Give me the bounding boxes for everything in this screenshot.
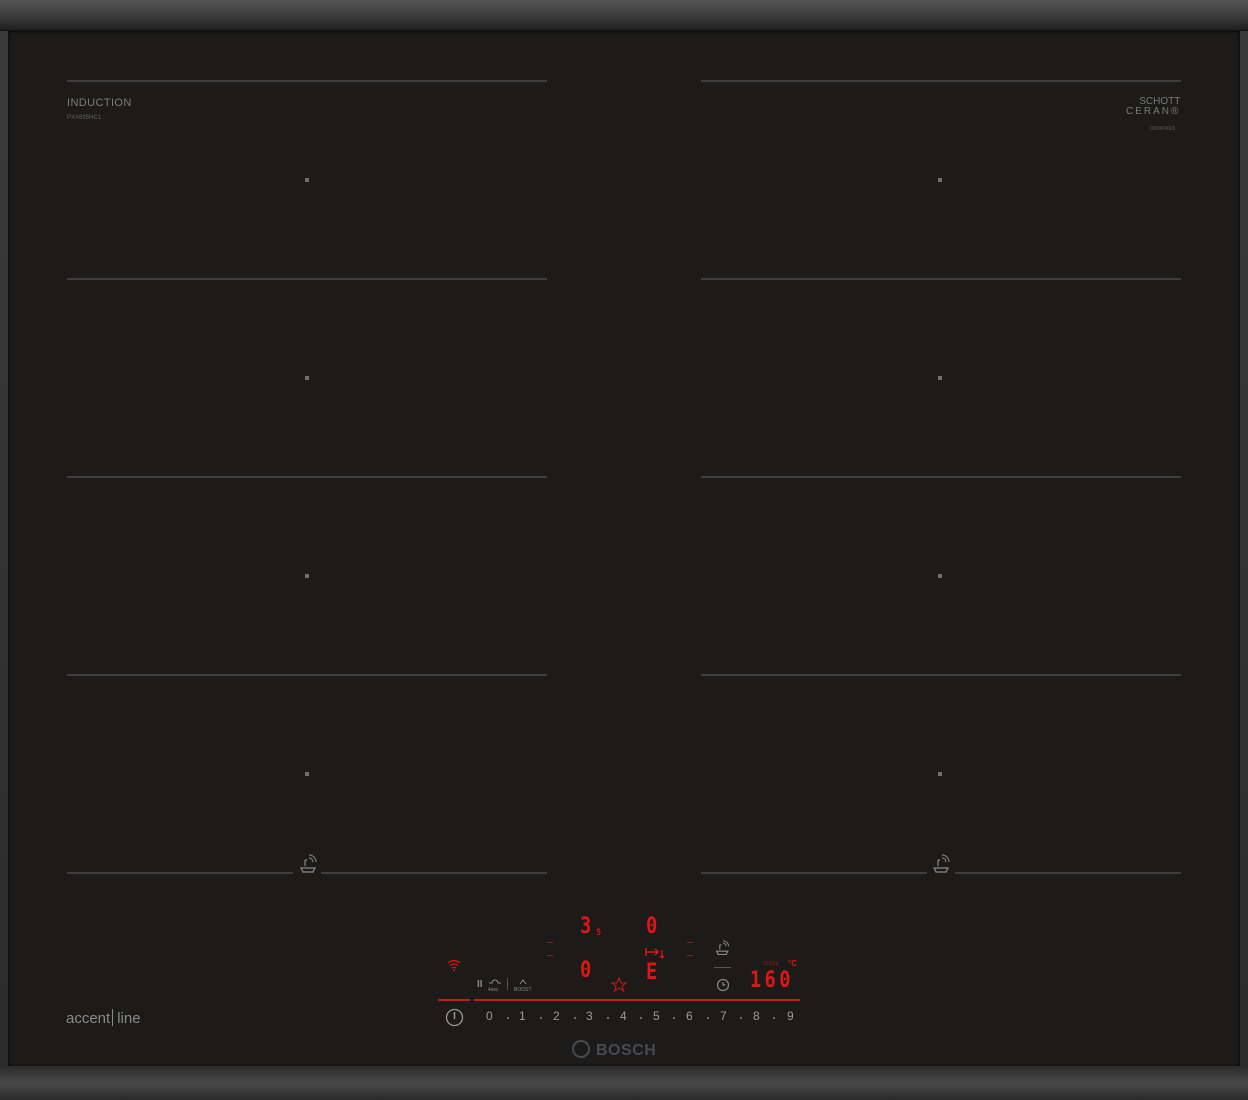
zone-divider: [67, 674, 547, 676]
wipe-protect-icon: [489, 979, 501, 984]
glass-surface: INDUCTION PXX695HC1 SCHOTT CERAN® 0000F9…: [8, 31, 1240, 1067]
zone-indicator: [547, 942, 553, 956]
slider-dot: [540, 1017, 542, 1019]
zone-divider: [321, 872, 547, 874]
model-number: PXX695HC1: [67, 115, 102, 121]
slider-dot: [707, 1017, 709, 1019]
zone-display-top-left: 3: [579, 914, 592, 939]
zone-divider: [67, 476, 547, 478]
zone-divider: [67, 80, 547, 82]
slider-step-0[interactable]: 0: [486, 1009, 493, 1023]
zone-indicator: [687, 942, 693, 956]
slider-dot: [574, 1017, 576, 1019]
divider: [714, 967, 731, 968]
zone-center-marker[interactable]: [938, 376, 942, 380]
wifi-icon[interactable]: [447, 959, 461, 971]
zone-divider: [701, 872, 927, 874]
zone-center-marker[interactable]: [305, 772, 309, 776]
zone-divider: [701, 674, 1181, 676]
zone-center-marker[interactable]: [305, 178, 309, 182]
divider: [507, 978, 508, 990]
zone-display-top-left-sub: 5: [596, 928, 602, 938]
pan-sensor-icon[interactable]: [713, 940, 733, 956]
zone-display-bottom-left: 0: [579, 958, 592, 983]
zone-display-top-right: 0: [645, 914, 658, 939]
slider-step-3[interactable]: 3: [586, 1009, 593, 1023]
slider-step-6[interactable]: 6: [686, 1009, 693, 1023]
zone-center-marker[interactable]: [938, 574, 942, 578]
slider-step-4[interactable]: 4: [620, 1009, 627, 1023]
zone-display-bottom-mid: E: [645, 960, 658, 985]
zone-center-marker[interactable]: [938, 772, 942, 776]
slider-step-8[interactable]: 8: [753, 1009, 760, 1023]
temperature-display: 160: [749, 968, 794, 993]
schott-code: 0000F9665: [1150, 126, 1176, 132]
zone-divider: [67, 278, 547, 280]
bottom-rim: [0, 1066, 1248, 1100]
zone-center-marker[interactable]: [305, 376, 309, 380]
slider-step-9[interactable]: 9: [787, 1009, 794, 1023]
slider-dot: [507, 1017, 509, 1019]
slider-dot: [740, 1017, 742, 1019]
cooktop-frame: INDUCTION PXX695HC1 SCHOTT CERAN® 0000F9…: [0, 0, 1248, 1100]
boost-button[interactable]: BOOST: [514, 987, 532, 993]
slider-step-1[interactable]: 1: [519, 1009, 526, 1023]
induction-label: INDUCTION: [67, 97, 132, 109]
pan-sensor-icon: [932, 854, 950, 873]
bosch-logo: BOSCH: [572, 1040, 656, 1060]
boost-icon: [519, 979, 527, 985]
temperature-unit: °C: [788, 959, 797, 968]
power-icon[interactable]: [445, 1008, 464, 1027]
pause-button[interactable]: II: [477, 979, 483, 990]
slider-step-5[interactable]: 5: [653, 1009, 660, 1023]
accent-line-logo: accent line: [66, 1009, 141, 1027]
slider-dot: [773, 1017, 775, 1019]
zone-divider: [701, 80, 1181, 82]
power-bar: [438, 999, 470, 1001]
zone-divider: [67, 872, 293, 874]
slider-dot: [640, 1017, 642, 1019]
clock-icon[interactable]: [716, 978, 730, 992]
star-icon[interactable]: [611, 977, 627, 993]
schott-ceran-logo: SCHOTT CERAN®: [1126, 96, 1181, 117]
temperature-label: SENSE: [762, 961, 779, 967]
zone-center-marker[interactable]: [305, 574, 309, 578]
slider-step-7[interactable]: 7: [720, 1009, 727, 1023]
slider-dot: [607, 1017, 609, 1019]
zone-divider: [955, 872, 1181, 874]
top-rim: [0, 0, 1248, 31]
zone-center-marker[interactable]: [938, 178, 942, 182]
slider-dot: [673, 1017, 675, 1019]
slider-bar: [474, 999, 800, 1001]
slider-step-2[interactable]: 2: [553, 1009, 560, 1023]
four-second-label[interactable]: 4sec: [488, 987, 499, 993]
zone-divider: [701, 476, 1181, 478]
zone-divider: [701, 278, 1181, 280]
move-arrows-icon: [645, 948, 665, 959]
pan-sensor-icon: [299, 854, 317, 873]
